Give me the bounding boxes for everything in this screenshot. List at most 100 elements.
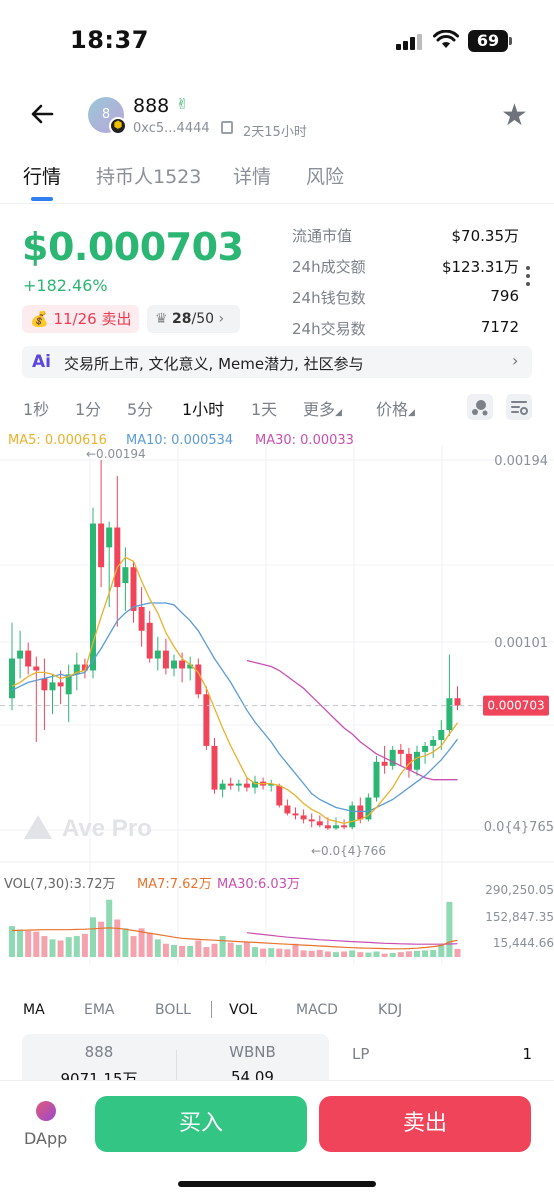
candle-body [438, 730, 445, 740]
price-toggle[interactable]: 价格◢ [376, 396, 415, 420]
dapp-label[interactable]: DApp [24, 1129, 67, 1148]
volume-bar [268, 948, 275, 957]
battery-nub [509, 37, 512, 45]
indicator-ema[interactable]: EMA [84, 1002, 115, 1018]
candle-body [235, 783, 242, 786]
volume-bar [389, 953, 396, 957]
wifi-icon [433, 30, 459, 48]
cellular-signal-icon [396, 32, 426, 50]
caret-down-icon: ◢ [335, 408, 342, 418]
volume-bar [341, 951, 348, 957]
volume-bar [130, 936, 137, 957]
volume-axis-mid: 152,847.35 [485, 910, 554, 924]
candle-body [179, 660, 186, 669]
drawing-tools-button[interactable] [467, 394, 493, 420]
indicator-boll[interactable]: BOLL [155, 1002, 191, 1018]
volume-bar [41, 936, 48, 957]
volume-bar [446, 901, 453, 957]
pool-token-label: 888 [84, 1043, 114, 1061]
volume-bar [154, 939, 161, 957]
candle-body [276, 785, 283, 806]
ma-lines [11, 556, 459, 824]
lp-label: LP [352, 1045, 370, 1063]
tab-risk[interactable]: 风险 [306, 162, 344, 189]
interval-5m[interactable]: 5分 [127, 396, 153, 420]
volume-bar [73, 936, 80, 957]
candle-body [106, 527, 113, 548]
indicator-ma[interactable]: MA [23, 1002, 45, 1018]
back-arrow-icon[interactable] [28, 100, 56, 128]
candle-body [324, 825, 331, 829]
chain-badge-icon: ⬢ [109, 117, 127, 135]
volume-bar [357, 952, 364, 957]
battery-indicator: 69 [468, 30, 508, 52]
chevron-right-icon: › [512, 351, 519, 370]
candle-body [130, 567, 137, 611]
price-chart[interactable]: Ave Pro 0.000703 ←0.00194 ←0.0{4}766 0.0… [0, 445, 554, 965]
volume-bar [179, 945, 186, 957]
ave-logo-icon [24, 815, 52, 839]
tab-holders[interactable]: 持币人1523 [96, 162, 201, 189]
ma30-line [246, 659, 458, 781]
ai-icon: Ai [32, 352, 51, 372]
buy-button[interactable]: 买入 [95, 1096, 307, 1152]
tab-details[interactable]: 详情 [233, 162, 271, 189]
crown-icon: ♛ [155, 311, 168, 327]
indicator-vol[interactable]: VOL [229, 1002, 257, 1018]
volume-bar [454, 948, 461, 957]
candle-body [114, 527, 121, 588]
time-axis-labels: 10-14 19:00 10-15 04:00 10-15 13:00 10-15 2… [3, 964, 520, 965]
volume-bar [203, 947, 210, 957]
favorite-star-icon[interactable]: ★ [501, 98, 528, 133]
top-holders-tag[interactable]: ♛ 28/50 › [147, 305, 240, 333]
volume-bar [397, 952, 404, 957]
candle-body [171, 660, 177, 669]
volume-legend-ma30: MA30:6.03万 [217, 877, 300, 892]
candle-body [373, 761, 380, 798]
interval-1m[interactable]: 1分 [75, 396, 101, 420]
pancake-bunny-icon[interactable] [36, 1101, 56, 1121]
chart-settings-button[interactable] [506, 394, 532, 420]
candle-body [162, 650, 169, 669]
caret-down-icon: ◢ [408, 408, 415, 418]
low-marker: ←0.0{4}766 [311, 844, 386, 858]
volume-bar [284, 949, 291, 957]
volume-bar [90, 917, 96, 957]
interval-1h[interactable]: 1小时 [182, 396, 224, 420]
volume-bar [17, 929, 24, 957]
tab-market[interactable]: 行情 [23, 162, 61, 189]
volume-bar [349, 950, 356, 957]
candle-body [227, 783, 234, 786]
volume-bar [276, 948, 283, 957]
volume-bar [414, 950, 420, 957]
volume-bar [405, 951, 412, 957]
volume-bar [438, 944, 445, 957]
pool-quote-label: WBNB [229, 1043, 276, 1061]
active-tab-indicator [31, 197, 53, 201]
volume-bar [65, 937, 72, 957]
more-options-icon[interactable] [526, 266, 530, 290]
interval-1s[interactable]: 1秒 [23, 396, 49, 420]
token-age: 2天15小时 [243, 125, 307, 140]
volume-bar [365, 952, 372, 957]
indicator-macd[interactable]: MACD [296, 1002, 338, 1018]
candle-body [9, 658, 15, 699]
candle-body [308, 819, 315, 822]
volume-legend-ma7: MA7:7.62万 [137, 877, 212, 892]
chevron-right-icon: › [218, 311, 225, 327]
candle-body [211, 745, 218, 790]
volume-legend-vol: VOL(7,30):3.72万 [4, 877, 116, 892]
watermark: Ave Pro [24, 815, 152, 842]
sell-button[interactable]: 卖出 [319, 1096, 531, 1152]
ma10-line [11, 602, 459, 813]
holders-ratio: 28 [172, 311, 192, 327]
interval-1d[interactable]: 1天 [251, 396, 277, 420]
interval-more[interactable]: 更多◢ [303, 396, 342, 420]
candle-body [25, 650, 32, 667]
indicator-kdj[interactable]: KDJ [378, 1002, 402, 1018]
sell-ratio: 11/26 [53, 310, 97, 328]
copy-icon[interactable] [221, 121, 233, 134]
candle-body [422, 745, 429, 752]
sell-ratio-tag[interactable]: 💰 11/26 卖出 [22, 305, 139, 333]
ai-summary-text: 交易所上市, 文化意义, Meme潜力, 社区参与 [64, 355, 364, 373]
